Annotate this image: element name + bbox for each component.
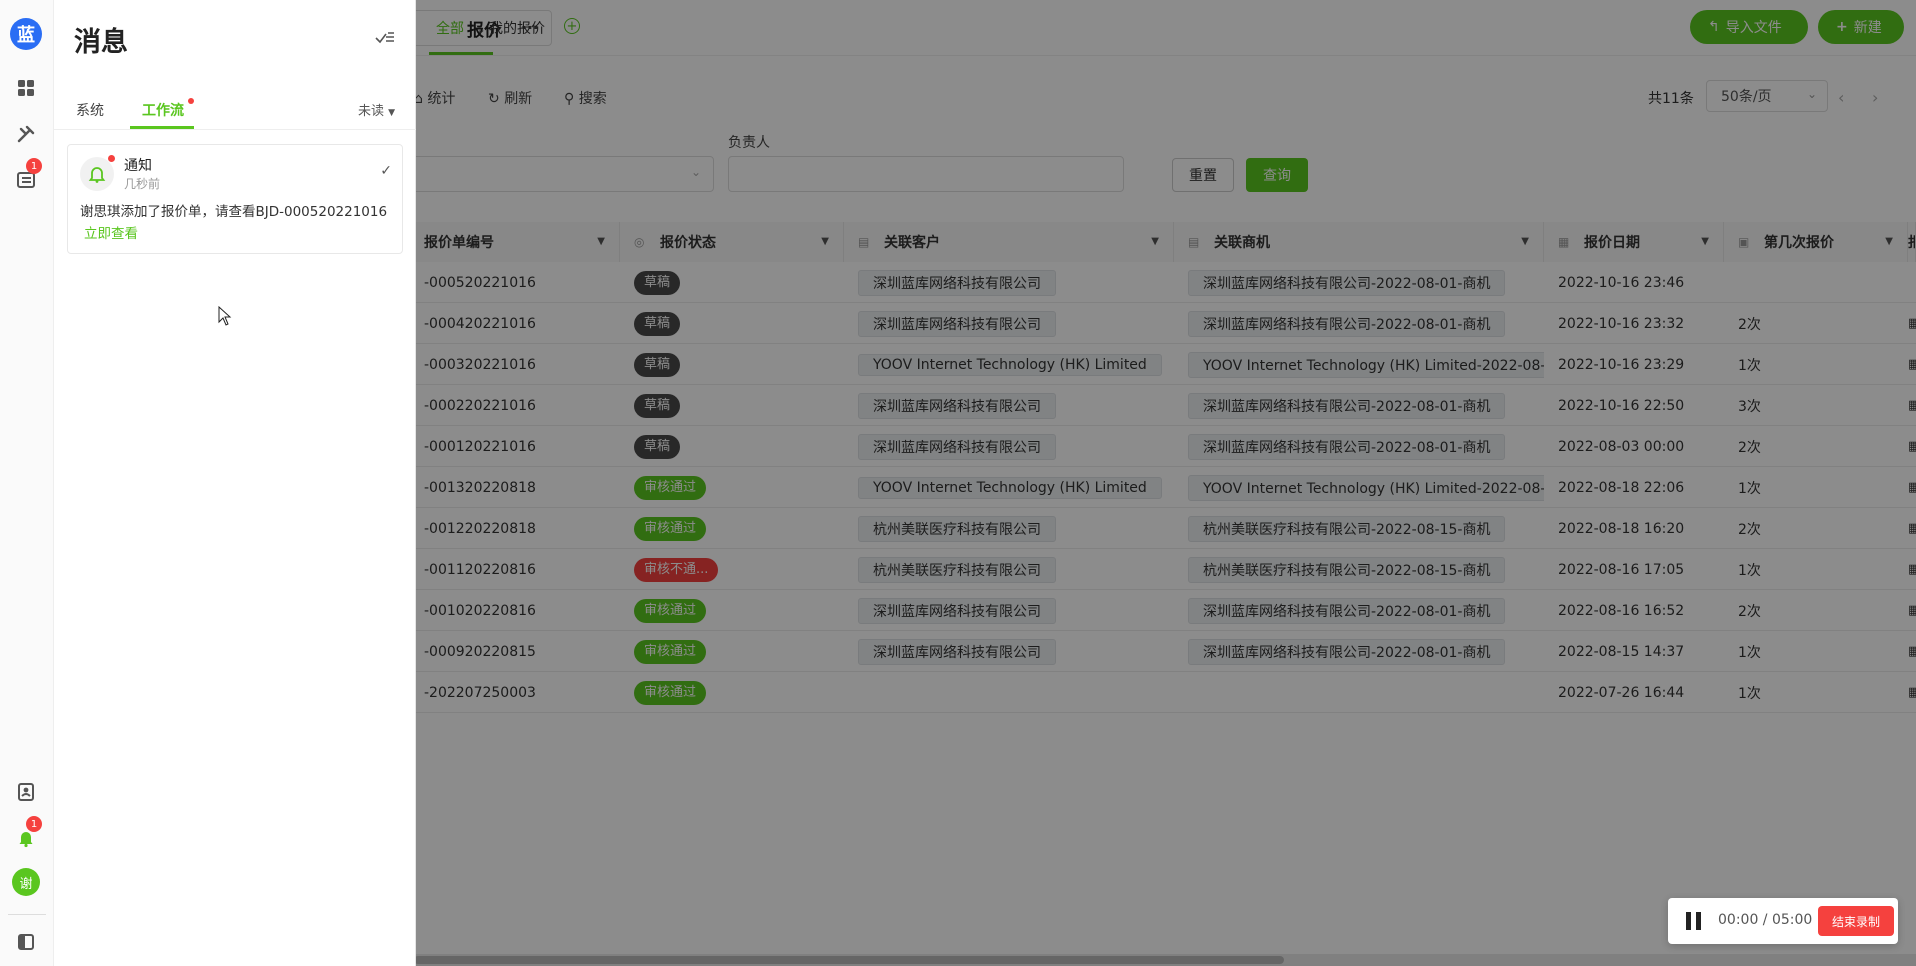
panel-title: 消息 xyxy=(74,27,128,58)
tab-system[interactable]: 系统 xyxy=(76,100,104,120)
view-now-link[interactable]: 立即查看 xyxy=(84,226,138,242)
pause-icon[interactable] xyxy=(1686,912,1704,930)
collapse-sidebar-icon[interactable] xyxy=(14,930,38,954)
caret-down-icon: ▼ xyxy=(388,108,396,118)
notification-title: 通知 xyxy=(124,158,152,174)
dashboard-icon[interactable] xyxy=(14,76,38,100)
mark-all-read-icon[interactable] xyxy=(374,26,396,48)
bell-icon xyxy=(80,157,114,191)
notification-body: 谢思琪添加了报价单，请查看BJD-000520221016 立即查看 xyxy=(80,201,396,245)
unread-dot xyxy=(108,155,115,162)
tab-divider xyxy=(54,129,416,130)
screen-recorder-widget: 00:00 / 05:00 结束录制 xyxy=(1668,898,1898,944)
notification-text: 谢思琪添加了报价单，请查看BJD-000520221016 xyxy=(80,204,388,220)
stop-recording-button[interactable]: 结束录制 xyxy=(1818,906,1894,936)
mark-read-check-icon[interactable]: ✓ xyxy=(380,163,392,179)
tab-workflow[interactable]: 工作流 xyxy=(142,100,184,120)
notification-card[interactable]: 通知 几秒前 ✓ 谢思琪添加了报价单，请查看BJD-000520221016 立… xyxy=(67,144,403,254)
mouse-cursor-icon xyxy=(218,306,232,326)
tools-icon[interactable] xyxy=(14,122,38,146)
notification-time: 几秒前 xyxy=(124,177,161,191)
unread-filter-dropdown[interactable]: 未读 ▼ xyxy=(358,100,395,119)
avatar[interactable]: 谢 xyxy=(12,868,40,896)
message-panel: 消息 系统 工作流 未读 ▼ 通知 几秒前 ✓ 谢思琪添加了报价单，请查看BJD… xyxy=(54,0,416,966)
recording-timer: 00:00 / 05:00 xyxy=(1718,912,1813,928)
unread-filter-label: 未读 xyxy=(358,104,385,119)
bell-notification-badge: 1 xyxy=(26,816,42,832)
workspace-logo[interactable]: 蓝 xyxy=(10,18,42,50)
apps-notification-badge: 1 xyxy=(26,158,42,174)
rail-divider xyxy=(8,914,46,915)
app-sidebar: 蓝 1 1 谢 xyxy=(0,0,54,966)
workflow-unread-dot xyxy=(188,98,194,104)
contacts-icon[interactable] xyxy=(14,780,38,804)
